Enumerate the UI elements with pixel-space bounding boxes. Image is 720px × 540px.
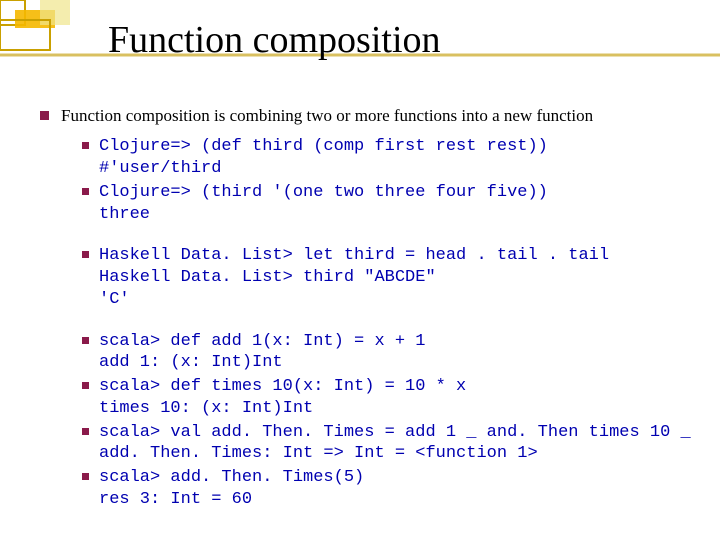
slide-content: Function composition is combining two or… xyxy=(40,105,700,513)
code-clojure-call: Clojure=> (third '(one two three four fi… xyxy=(99,182,548,226)
code-scala-times: scala> def times 10(x: Int) = 10 * x tim… xyxy=(99,376,466,420)
list-item: scala> def times 10(x: Int) = 10 * x tim… xyxy=(82,376,700,420)
bullet-icon xyxy=(40,111,49,120)
bullet-icon xyxy=(82,251,89,258)
list-item: scala> def add 1(x: Int) = x + 1 add 1: … xyxy=(82,331,700,375)
list-item: scala> add. Then. Times(5) res 3: Int = … xyxy=(82,467,700,511)
bullet-icon xyxy=(82,382,89,389)
slide-title: Function composition xyxy=(108,18,441,62)
code-clojure-def: Clojure=> (def third (comp first rest re… xyxy=(99,136,548,180)
bullet-icon xyxy=(82,428,89,435)
code-scala-compose: scala> val add. Then. Times = add 1 _ an… xyxy=(99,422,691,466)
bullet-icon xyxy=(82,337,89,344)
list-item: Clojure=> (third '(one two three four fi… xyxy=(82,182,700,226)
intro-line: Function composition is combining two or… xyxy=(40,105,700,126)
code-scala-add: scala> def add 1(x: Int) = x + 1 add 1: … xyxy=(99,331,425,375)
list-item: scala> val add. Then. Times = add 1 _ an… xyxy=(82,422,700,466)
intro-text: Function composition is combining two or… xyxy=(61,106,593,125)
bullet-icon xyxy=(82,188,89,195)
list-item: Clojure=> (def third (comp first rest re… xyxy=(82,136,700,180)
code-haskell: Haskell Data. List> let third = head . t… xyxy=(99,245,609,310)
bullet-icon xyxy=(82,142,89,149)
example-list: Clojure=> (def third (comp first rest re… xyxy=(82,136,700,510)
code-scala-result: scala> add. Then. Times(5) res 3: Int = … xyxy=(99,467,364,511)
list-item: Haskell Data. List> let third = head . t… xyxy=(82,245,700,310)
bullet-icon xyxy=(82,473,89,480)
